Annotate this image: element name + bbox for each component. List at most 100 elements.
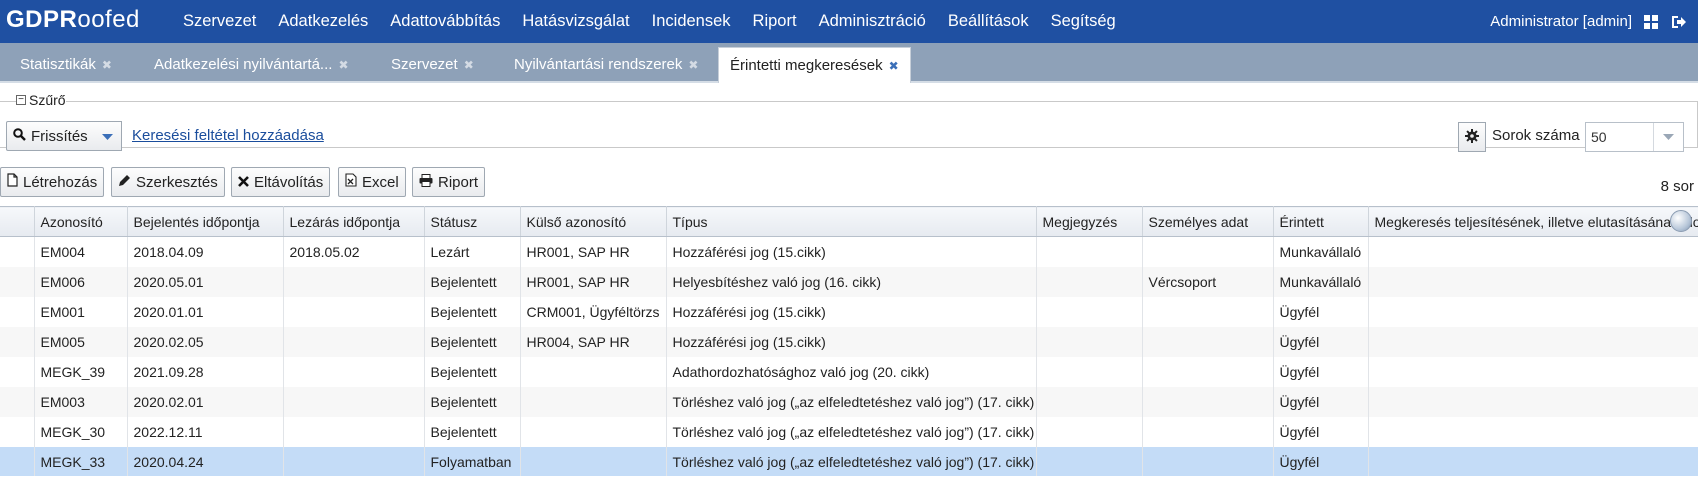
column-header-lezaras[interactable]: Lezárás időpontja	[283, 206, 425, 237]
menu-incidensek[interactable]: Incidensek	[641, 0, 742, 43]
table-row[interactable]: EM003 2020.02.01 Bejelentett Törléshez való…	[0, 386, 1698, 417]
tab-szervezet[interactable]: Szervezet ✖	[371, 47, 474, 83]
column-header-megjegyzes[interactable]: Megjegyzés	[1036, 206, 1143, 237]
collapse-icon[interactable]: −	[16, 95, 26, 105]
table-row[interactable]: EM004 2018.04.09 2018.05.02 Lezárt HR001, SA…	[0, 236, 1698, 267]
table-cell	[283, 326, 425, 357]
row-selector[interactable]	[0, 446, 35, 476]
report-button[interactable]: Riport	[412, 167, 486, 197]
add-search-condition-link[interactable]: Keresési feltétel hozzáadása	[132, 127, 324, 144]
table-cell: Bejelentett	[424, 416, 521, 447]
table-cell: EM003	[34, 386, 128, 417]
close-icon[interactable]: ✖	[338, 58, 348, 72]
table-cell: Ügyfél	[1273, 356, 1369, 387]
user-name[interactable]: Administrator [admin]	[1490, 13, 1632, 30]
table-row[interactable]: MEGK_39 2021.09.28 Bejelentett Adathordozha…	[0, 356, 1698, 387]
table-cell: MEGK_33	[34, 446, 128, 476]
chevron-down-icon	[101, 128, 113, 144]
tab-nyilvantartasi-rendszerek[interactable]: Nyilvántartási rendszerek ✖	[494, 47, 698, 83]
create-button[interactable]: Létrehozás	[0, 167, 105, 197]
table-cell: Ügyfél	[1273, 326, 1369, 357]
column-header-selector[interactable]	[0, 206, 35, 237]
column-header-kulso-azonosito[interactable]: Külső azonosító	[520, 206, 667, 237]
top-navigation-bar: GDPRoofed Szervezet Adatkezelés Adattová…	[0, 0, 1698, 43]
row-selector[interactable]	[0, 356, 35, 387]
column-header-szemelyes-adat[interactable]: Személyes adat	[1142, 206, 1274, 237]
tab-statisztikak[interactable]: Statisztikák ✖	[0, 47, 112, 83]
excel-button[interactable]: Excel	[338, 167, 406, 197]
row-selector[interactable]	[0, 236, 35, 267]
app-logo[interactable]: GDPRoofed	[6, 6, 140, 34]
tab-label: Nyilvántartási rendszerek	[514, 56, 683, 73]
table-header-row: Azonosító Bejelentés időpontja Lezárás i…	[0, 206, 1698, 237]
close-icon[interactable]: ✖	[688, 58, 698, 72]
table-row[interactable]: EM001 2020.01.01 Bejelentett CRM001, Ügyfél…	[0, 296, 1698, 327]
row-selector[interactable]	[0, 386, 35, 417]
search-icon	[13, 127, 26, 145]
table-row[interactable]: MEGK_30 2022.12.11 Bejelentett Törléshez va…	[0, 416, 1698, 447]
row-selector[interactable]	[0, 296, 35, 327]
report-label: Riport	[438, 173, 479, 191]
column-header-statusz[interactable]: Státusz	[424, 206, 521, 237]
column-header-tipus[interactable]: Típus	[666, 206, 1037, 237]
table-cell: 2018.04.09	[127, 236, 284, 267]
table-cell: MEGK_39	[34, 356, 128, 387]
table-cell	[1142, 236, 1274, 267]
table-cell	[1036, 446, 1143, 476]
column-header-azonosito[interactable]: Azonosító	[34, 206, 128, 237]
table-cell	[1142, 326, 1274, 357]
close-icon[interactable]: ✖	[464, 58, 474, 72]
table-cell: 2021.09.28	[127, 356, 284, 387]
column-header-bejelentes[interactable]: Bejelentés időpontja	[127, 206, 284, 237]
column-header-megkereses-teljesites[interactable]: Megkeresés teljesítésének, illetve eluta…	[1368, 206, 1698, 237]
refresh-dropdown-button[interactable]	[93, 121, 122, 151]
menu-szervezet[interactable]: Szervezet	[172, 0, 267, 43]
edit-button[interactable]: Szerkesztés	[111, 167, 225, 197]
menu-hatasvizsgalat[interactable]: Hatásvizsgálat	[511, 0, 640, 43]
row-selector[interactable]	[0, 416, 35, 447]
refresh-button[interactable]: Frissítés	[6, 121, 94, 151]
menu-segitseg[interactable]: Segítség	[1040, 0, 1127, 43]
remove-button[interactable]: Eltávolítás	[231, 167, 331, 197]
close-icon[interactable]: ✖	[889, 59, 899, 73]
logout-icon[interactable]	[1670, 13, 1688, 31]
table-cell	[1036, 296, 1143, 327]
close-icon[interactable]: ✖	[102, 58, 112, 72]
tab-label: Statisztikák	[20, 56, 96, 73]
rows-count-input[interactable]	[1586, 123, 1654, 151]
column-header-erintett[interactable]: Érintett	[1273, 206, 1369, 237]
row-selector[interactable]	[0, 266, 35, 297]
menu-beallitasok[interactable]: Beállítások	[937, 0, 1040, 43]
menu-riport[interactable]: Riport	[742, 0, 808, 43]
pencil-icon	[118, 174, 131, 191]
tab-adatkezelesi-nyilvantartas[interactable]: Adatkezelési nyilvántartá... ✖	[134, 47, 349, 83]
menu-adattovabbitas[interactable]: Adattovábbítás	[379, 0, 511, 43]
table-cell	[1142, 296, 1274, 327]
table-cell	[283, 416, 425, 447]
column-chooser-icon[interactable]	[1670, 210, 1692, 232]
table-cell: EM006	[34, 266, 128, 297]
table-cell: Vércsoport	[1142, 266, 1274, 297]
settings-button[interactable]	[1458, 122, 1486, 152]
rows-count-select[interactable]	[1585, 122, 1684, 152]
table-cell: Törléshez való jog („az elfeledtetéshez …	[666, 386, 1037, 417]
table-cell: 2022.12.11	[127, 416, 284, 447]
table-cell: Munkavállaló	[1273, 236, 1369, 267]
row-selector[interactable]	[0, 326, 35, 357]
table-row[interactable]: EM005 2020.02.05 Bejelentett HR004, SAP HR H…	[0, 326, 1698, 357]
chevron-down-icon[interactable]	[1653, 123, 1683, 151]
requests-table: Azonosító Bejelentés időpontja Lezárás i…	[0, 206, 1698, 476]
menu-adatkezeles[interactable]: Adatkezelés	[267, 0, 379, 43]
table-cell: Törléshez való jog („az elfeledtetéshez …	[666, 446, 1037, 476]
table-cell: Ügyfél	[1273, 296, 1369, 327]
table-row[interactable]: EM006 2020.05.01 Bejelentett HR001, SAP HR H…	[0, 266, 1698, 297]
filter-legend[interactable]: − Szűrő	[16, 92, 66, 108]
table-cell	[1036, 386, 1143, 417]
table-row[interactable]: MEGK_33 2020.04.24 Folyamatban Törléshez va…	[0, 446, 1698, 476]
table-cell: CRM001, Ügyféltörzs	[520, 296, 667, 327]
table-cell: Ügyfél	[1273, 386, 1369, 417]
layout-grid-icon[interactable]	[1642, 13, 1660, 31]
tab-erintetti-megkeresesek[interactable]: Érintetti megkeresések ✖	[718, 47, 911, 83]
table-cell	[1036, 326, 1143, 357]
menu-adminisztracio[interactable]: Adminisztráció	[808, 0, 937, 43]
